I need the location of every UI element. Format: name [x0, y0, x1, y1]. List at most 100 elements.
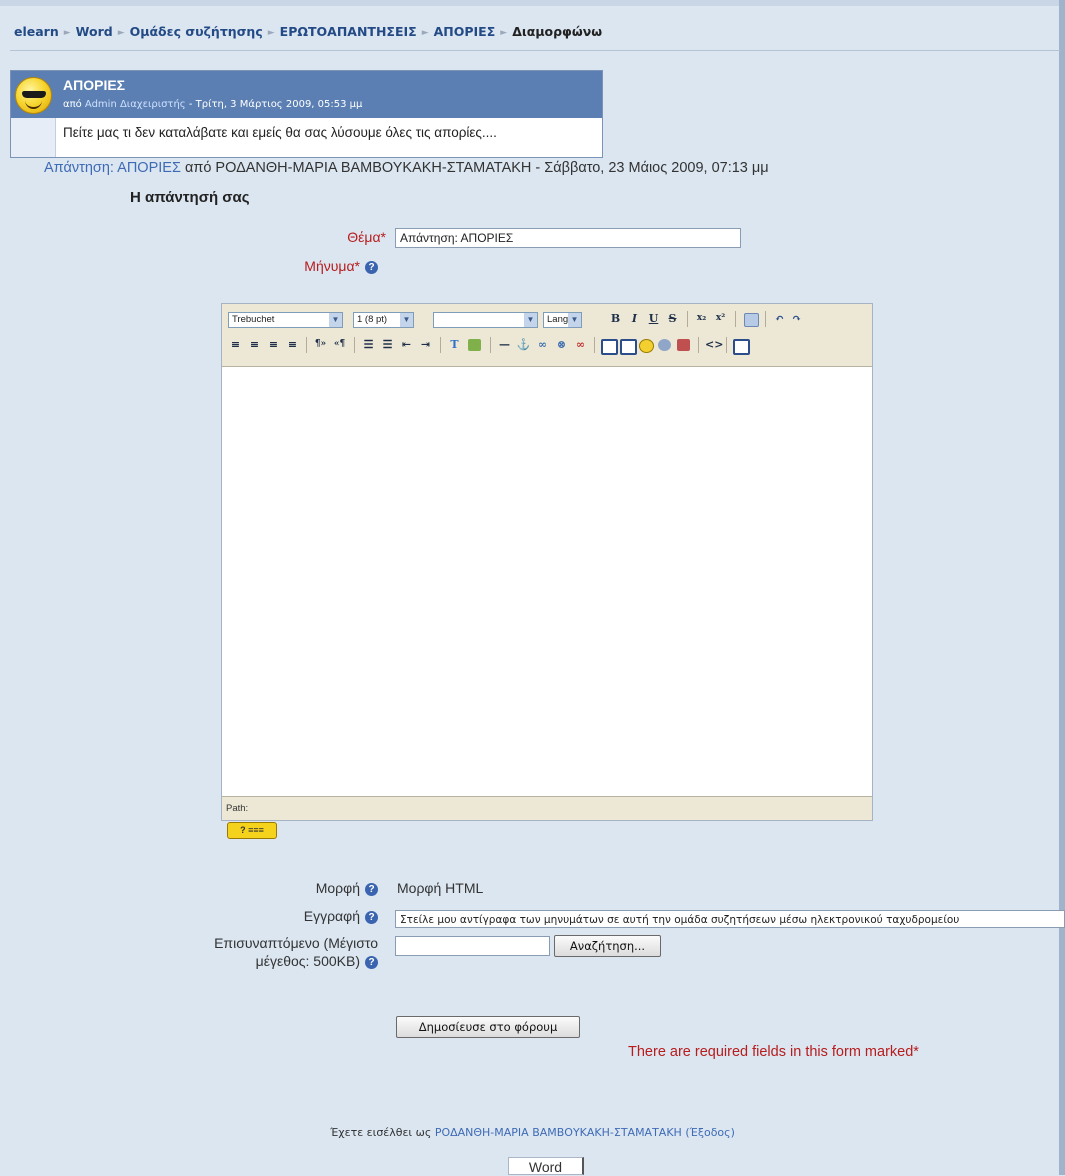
- format-label: Μορφή?: [250, 880, 378, 896]
- post-by-label: από: [63, 99, 82, 110]
- lang-value: Lang: [547, 314, 569, 325]
- help-icon[interactable]: ?: [365, 955, 378, 969]
- ltr-icon[interactable]: ¶»: [313, 337, 328, 352]
- link-icon[interactable]: ∞: [535, 337, 550, 352]
- post-meta: από Admin Διαχειριστής - Τρίτη, 3 Μάρτιο…: [63, 99, 362, 110]
- justify-icon[interactable]: ≡: [285, 337, 300, 352]
- font-family-value: Trebuchet: [232, 314, 275, 325]
- chevron-down-icon: ▼: [524, 313, 537, 327]
- login-prefix: Έχετε εισέλθει ως: [330, 1126, 432, 1139]
- chevron-down-icon: ▼: [400, 313, 413, 327]
- login-info: Έχετε εισέλθει ως ΡΟΔΑΝΘΗ-ΜΑΡΙΑ ΒΑΜΒΟΥΚΑ…: [0, 1126, 1065, 1139]
- superscript-icon[interactable]: x²: [713, 311, 728, 326]
- reply-info-line: Απάντηση: ΑΠΟΡΙΕΣ από ΡΟΔΑΝΘΗ-ΜΑΡΙΑ ΒΑΜΒ…: [44, 160, 769, 176]
- chevron-down-icon: ▼: [568, 313, 581, 327]
- lang-select[interactable]: Lang ▼: [543, 312, 582, 328]
- special-char-icon[interactable]: [658, 339, 671, 351]
- toolbar-separator: [354, 337, 355, 353]
- subject-label: Θέμα*: [300, 229, 386, 245]
- format-value: Μορφή HTML: [397, 880, 484, 896]
- html-source-icon[interactable]: <>: [705, 337, 723, 352]
- font-family-select[interactable]: Trebuchet ▼: [228, 312, 343, 328]
- breadcrumb-item-word[interactable]: Word: [76, 24, 113, 39]
- reply-subject-link[interactable]: Απάντηση: ΑΠΟΡΙΕΣ: [44, 160, 181, 176]
- align-right-icon[interactable]: ≡: [266, 337, 281, 352]
- breadcrumb-item-discussion[interactable]: ΑΠΟΡΙΕΣ: [434, 24, 496, 39]
- align-left-icon[interactable]: ≡: [228, 337, 243, 352]
- horizontal-rule-icon[interactable]: —: [497, 337, 512, 352]
- strikethrough-icon[interactable]: S: [665, 311, 680, 326]
- logout-link[interactable]: (Έξοδος): [685, 1126, 735, 1139]
- post-side-strip: [11, 118, 56, 157]
- toolbar-separator: [726, 337, 727, 353]
- undo-icon[interactable]: ↶: [772, 311, 787, 326]
- underline-icon[interactable]: U: [646, 311, 661, 326]
- help-icon[interactable]: ?: [365, 910, 378, 924]
- nolink-icon[interactable]: ∞: [573, 337, 588, 352]
- align-center-icon[interactable]: ≡: [247, 337, 262, 352]
- italic-icon[interactable]: I: [627, 311, 642, 326]
- chevron-down-icon: ▼: [329, 313, 342, 327]
- image-icon[interactable]: [601, 339, 618, 355]
- heading-select[interactable]: ▼: [433, 312, 538, 328]
- attachment-label: Επισυναπτόμενο (Μέγιστο μέγεθος: 500KB)?: [170, 934, 378, 970]
- breadcrumb-separator-icon: ►: [63, 28, 71, 38]
- rtl-icon[interactable]: «¶: [332, 337, 347, 352]
- toolbar-separator: [687, 311, 688, 327]
- breadcrumb-separator-icon: ►: [117, 28, 125, 38]
- course-home-link[interactable]: Word: [508, 1157, 584, 1175]
- attachment-file-input[interactable]: [395, 936, 550, 956]
- message-label-text: Μήνυμα: [304, 258, 355, 274]
- editor-help-badge[interactable]: ? ≡≡≡: [227, 822, 277, 839]
- post-subject: ΑΠΟΡΙΕΣ: [63, 77, 126, 93]
- required-fields-note: There are required fields in this form m…: [628, 1044, 919, 1060]
- font-size-select[interactable]: 1 (8 pt) ▼: [353, 312, 414, 328]
- post-date: - Τρίτη, 3 Μάρτιος 2009, 05:53 μμ: [185, 99, 363, 110]
- required-star: *: [913, 1044, 919, 1060]
- required-note-text: There are required fields in this form m…: [628, 1044, 914, 1060]
- top-border: [0, 0, 1065, 6]
- post-to-forum-button[interactable]: Δημοσίευσε στο φόρουμ: [396, 1016, 580, 1038]
- help-icon[interactable]: ?: [365, 882, 378, 896]
- indent-icon[interactable]: ⇥: [418, 337, 433, 352]
- breadcrumb-item-forums[interactable]: Ομάδες συζήτησης: [130, 24, 263, 39]
- redo-icon[interactable]: ↷: [789, 311, 804, 326]
- subscribe-select[interactable]: Στείλε μου αντίγραφα των μηνυμάτων σε αυ…: [395, 910, 1065, 928]
- format-label-text: Μορφή: [315, 880, 360, 896]
- toolbar-separator: [306, 337, 307, 353]
- subscript-icon[interactable]: x₂: [694, 311, 709, 326]
- bold-icon[interactable]: B: [608, 311, 623, 326]
- required-star: *: [380, 229, 386, 245]
- smiley-icon[interactable]: [639, 339, 654, 353]
- subject-input[interactable]: [395, 228, 741, 248]
- anchor-icon[interactable]: ⚓: [516, 337, 531, 352]
- fullscreen-icon[interactable]: [733, 339, 750, 355]
- outdent-icon[interactable]: ⇤: [399, 337, 414, 352]
- text-color-icon[interactable]: T: [447, 337, 462, 352]
- smiley-sunglasses-icon[interactable]: [15, 77, 52, 114]
- unlink-icon[interactable]: ⊗: [554, 337, 569, 352]
- subscribe-label-text: Εγγραφή: [303, 908, 360, 924]
- browse-button[interactable]: Αναζήτηση...: [554, 935, 661, 957]
- post-author-link[interactable]: Admin Διαχειριστής: [85, 99, 186, 110]
- bg-color-icon[interactable]: [468, 339, 481, 351]
- unordered-list-icon[interactable]: ☰: [380, 337, 395, 352]
- toolbar-separator: [490, 337, 491, 353]
- breadcrumb-item-forum[interactable]: ΕΡΩΤΟΑΠΑΝΤΗΣΕΙΣ: [280, 24, 417, 39]
- help-icon[interactable]: ?: [365, 260, 378, 274]
- ordered-list-icon[interactable]: ☰: [361, 337, 376, 352]
- smile-shape: [25, 100, 42, 109]
- user-profile-link[interactable]: ΡΟΔΑΝΘΗ-ΜΑΡΙΑ ΒΑΜΒΟΥΚΑΚΗ-ΣΤΑΜΑΤΑΚΗ: [435, 1126, 682, 1139]
- breadcrumb-item-elearn[interactable]: elearn: [14, 24, 59, 39]
- subscribe-label: Εγγραφή?: [250, 908, 378, 924]
- table-icon[interactable]: [620, 339, 637, 355]
- breadcrumb-current: Διαμορφώνω: [512, 24, 603, 39]
- subject-label-text: Θέμα: [347, 229, 381, 245]
- clean-icon[interactable]: [744, 313, 759, 327]
- attachment-label-line2: μέγεθος: 500KB): [255, 953, 360, 969]
- toolbar-separator: [765, 311, 766, 327]
- toolbar-separator: [735, 311, 736, 327]
- search-replace-icon[interactable]: [677, 339, 690, 351]
- breadcrumb: elearn ► Word ► Ομάδες συζήτησης ► ΕΡΩΤΟΑΠΑΝΤΗ…: [14, 24, 602, 39]
- editor-text-area[interactable]: [222, 367, 872, 792]
